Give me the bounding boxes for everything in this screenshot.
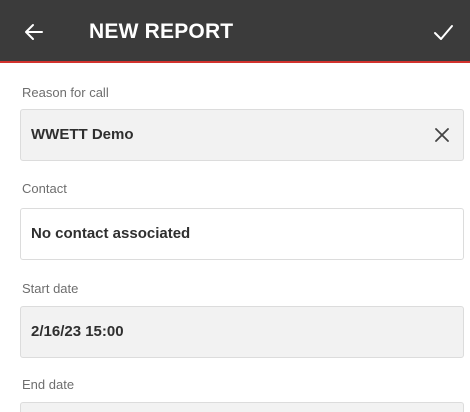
- contact-value: No contact associated: [31, 225, 191, 242]
- save-button[interactable]: [424, 13, 462, 51]
- check-icon: [434, 25, 453, 40]
- start-date-field[interactable]: 2/16/23 15:00: [20, 306, 464, 358]
- reason-label: Reason for call: [22, 85, 109, 100]
- new-report-screen: NEW REPORT Reason for call WWETT Demo Co…: [0, 0, 470, 412]
- end-date-field[interactable]: [20, 402, 464, 412]
- contact-label: Contact: [22, 181, 67, 196]
- clear-reason-button[interactable]: [421, 110, 463, 160]
- app-bar: NEW REPORT: [0, 0, 470, 63]
- end-date-label: End date: [22, 377, 75, 392]
- start-date-label: Start date: [22, 281, 79, 296]
- start-date-value: 2/16/23 15:00: [31, 323, 124, 340]
- contact-field[interactable]: No contact associated: [20, 208, 464, 260]
- reason-value: WWETT Demo: [31, 126, 134, 143]
- arrow-left-icon: [25, 24, 43, 40]
- back-button[interactable]: [16, 14, 52, 50]
- close-icon: [435, 128, 449, 142]
- page-title: NEW REPORT: [89, 20, 234, 43]
- reason-field[interactable]: WWETT Demo: [20, 109, 464, 161]
